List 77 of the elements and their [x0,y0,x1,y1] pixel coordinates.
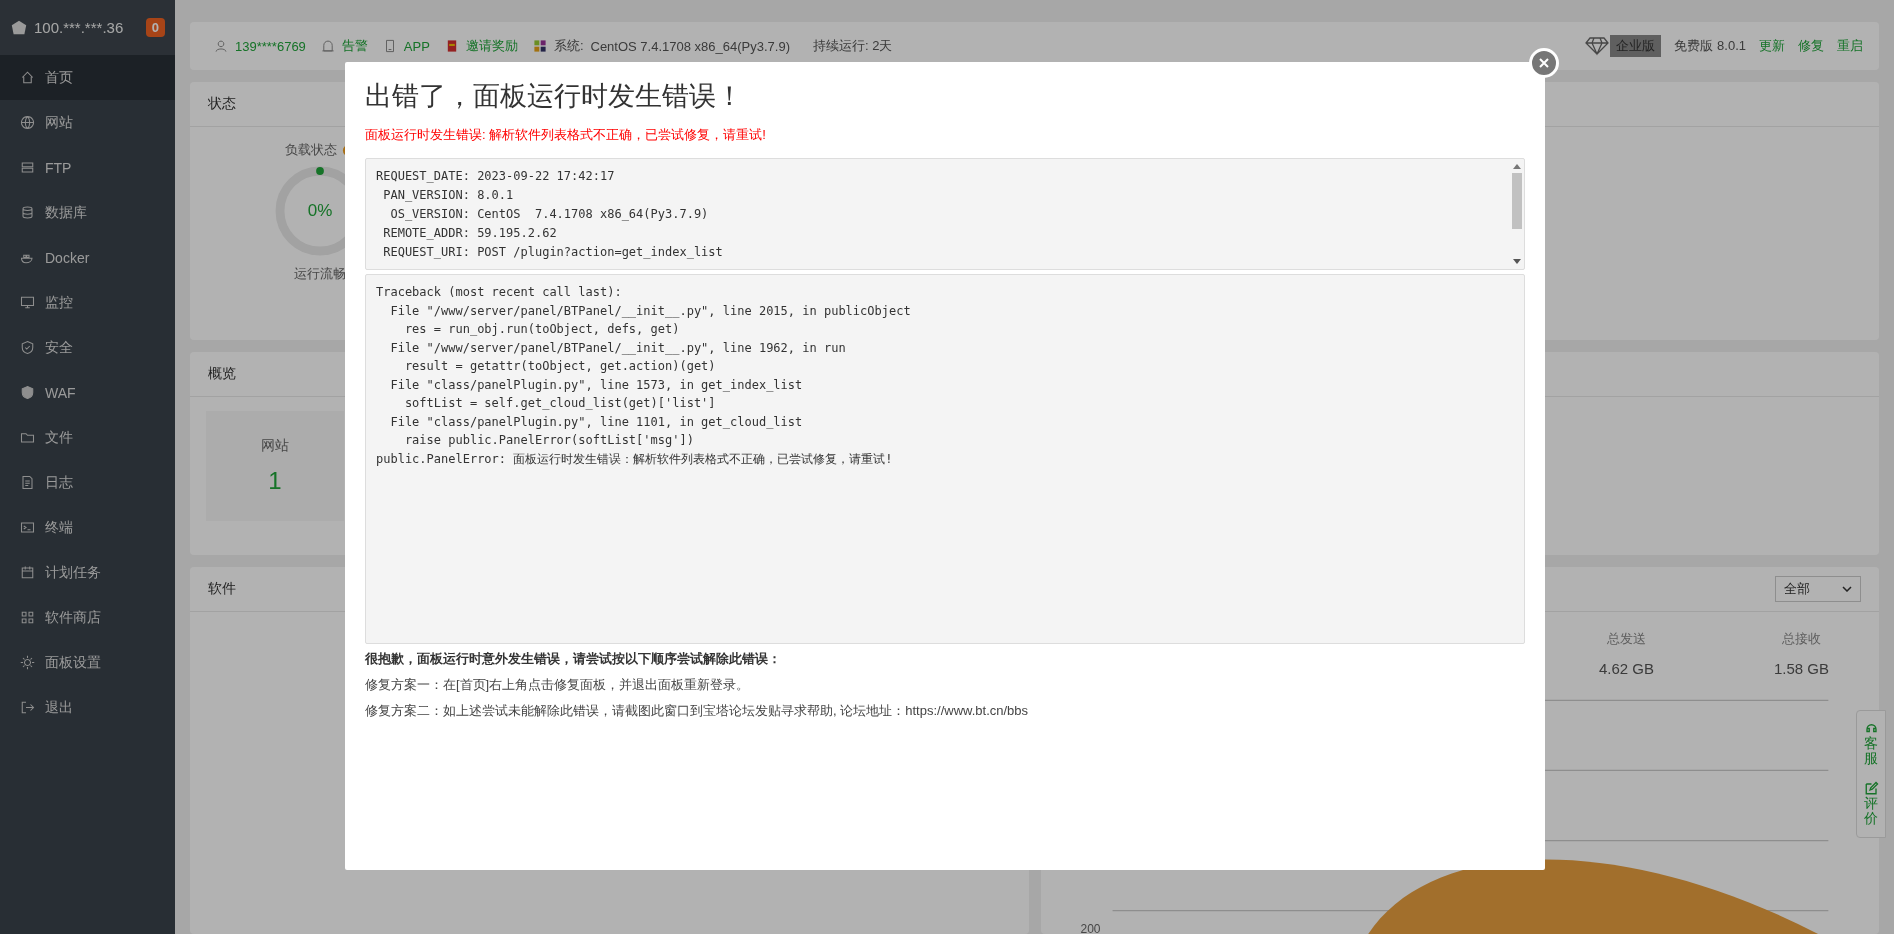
home-icon [20,70,35,85]
grid-icon [20,610,35,625]
terminal-icon [20,520,35,535]
notification-badge[interactable]: 0 [145,18,165,37]
sidebar-item[interactable]: 日志 [0,460,175,505]
sidebar-item[interactable]: 计划任务 [0,550,175,595]
system-info: CentOS 7.4.1708 x86_64(Py3.7.9) [590,38,790,54]
sidebar-item[interactable]: 首页 [0,55,175,100]
folder-icon [20,430,35,445]
request-info-text: REQUEST_DATE: 2023-09-22 17:42:17 PAN_VERSION: 8.0.1 OS_VERSION: CentOS 7.4.1708 x86_64(Py3.7.9) REMOTE_ADDR: 59.195.2.62 REQUEST_URI: POST /plugin?action=get_index_list [375,168,724,261]
panel-action-link[interactable]: 修复 [1798,37,1824,55]
settings-icon [20,655,35,670]
calendar-icon [20,565,35,580]
sidebar-item[interactable]: 终端 [0,505,175,550]
stat-value: 1.58 GB [1773,660,1829,677]
help-text: 修复方案一：在[首页]右上角点击修复面板，并退出面板重新登录。 [365,676,751,694]
filter-select[interactable]: 全部 [1775,576,1861,602]
logout-icon [20,700,35,715]
panel-title: 软件 [208,580,236,598]
error-message: 面板运行时发生错误: 解析软件列表格式不正确，已尝试修复，请重试! [365,126,767,144]
account-link[interactable]: 139****6769 [235,38,306,54]
database-icon [20,205,35,220]
user-icon [214,39,228,53]
close-icon [1538,57,1550,69]
scroll-down-icon[interactable] [1513,259,1521,265]
card-count: 1 [268,467,282,495]
axis-tick-label: 200 [1080,922,1101,934]
float-service-link[interactable]: 评价 [1863,780,1879,827]
uptime-text: 持续运行: 2天 [812,37,893,55]
stat-label: 总发送 [1606,630,1646,648]
server-icon [20,160,35,175]
gauge-label: 负载状态 [285,141,337,159]
sidebar-item[interactable]: 网站 [0,100,175,145]
sidebar-item[interactable]: 面板设置 [0,640,175,685]
sidebar-item[interactable]: 文件 [0,415,175,460]
sidebar-item[interactable]: Docker [0,235,175,280]
help-title: 很抱歉，面板运行时意外发生错误，请尝试按以下顺序尝试解除此错误： [365,650,782,668]
stat-value: 4.62 GB [1598,660,1654,677]
invite-link[interactable]: 邀请奖励 [465,37,518,55]
os-icon [532,39,547,53]
alert-link[interactable]: 告警 [341,37,368,55]
edit-icon [1863,780,1879,796]
card-label: 网站 [261,437,289,455]
sidebar-item[interactable]: WAF [0,370,175,415]
sidebar-item[interactable]: 安全 [0,325,175,370]
chevron-icon [1842,586,1852,592]
diamond-icon [1585,36,1610,56]
panel-action-link[interactable]: 重启 [1837,37,1863,55]
stat-label: 总接收 [1781,630,1821,648]
sidebar-item[interactable]: 软件商店 [0,595,175,640]
help-text: 修复方案二：如上述尝试未能解除此错误，请截图此窗口到宝塔论坛发贴寻求帮助, 论坛地址：https://www.bt.cn/bbs [365,702,1030,720]
monitor-icon [20,295,35,310]
server-address: 100.***.***.36 [34,19,125,36]
sidebar-item[interactable]: 数据库 [0,190,175,235]
float-service-link[interactable]: 客服 [1863,721,1879,767]
app-link[interactable]: APP [403,38,430,54]
panel-title: 概览 [208,365,236,383]
sidebar-item[interactable]: 退出 [0,685,175,730]
gauge-value: 0% [306,201,334,221]
dialog-title: 出错了，面板运行时发生错误！ [365,80,744,113]
overview-card[interactable]: 网站 1 [206,411,344,521]
close-button[interactable] [1529,48,1559,78]
shield-icon [20,340,35,355]
alarm-icon [320,39,335,53]
sidebar-item[interactable]: FTP [0,145,175,190]
panel-action-link[interactable]: 更新 [1759,37,1785,55]
sidebar-item[interactable]: 监控 [0,280,175,325]
gauge-status: 运行流畅 [294,265,346,283]
version-text: 免费版 8.0.1 [1674,37,1746,55]
logo-icon [10,18,28,37]
globe-icon [20,115,35,130]
document-icon [20,475,35,490]
system-label: 系统: [553,37,584,55]
scroll-up-icon[interactable] [1513,163,1521,169]
shield-icon [20,385,35,400]
traceback-text: Traceback (most recent call last): File "/www/server/panel/BTPanel/__init__.py", line 2015, in publicObject res = run_obj.run(toObject, defs, get) File "/www/server/panel/BTPanel/__init__.py", line 1962, in run result = getattr(toObject, get.action)(get) File "class/panelPlugin.py", line 1573, in get_index_list softList = self.get_cloud_list(get)['list'] File "class/panelPlugin.py", line 1101, in get_cloud_list raise public.PanelError(softList['msg']) public.PanelError: 面板运行时发生错误：解析软件列表格式不正确，已尝试修复，请重试! [375,284,912,468]
panel-title: 状态 [208,95,236,113]
